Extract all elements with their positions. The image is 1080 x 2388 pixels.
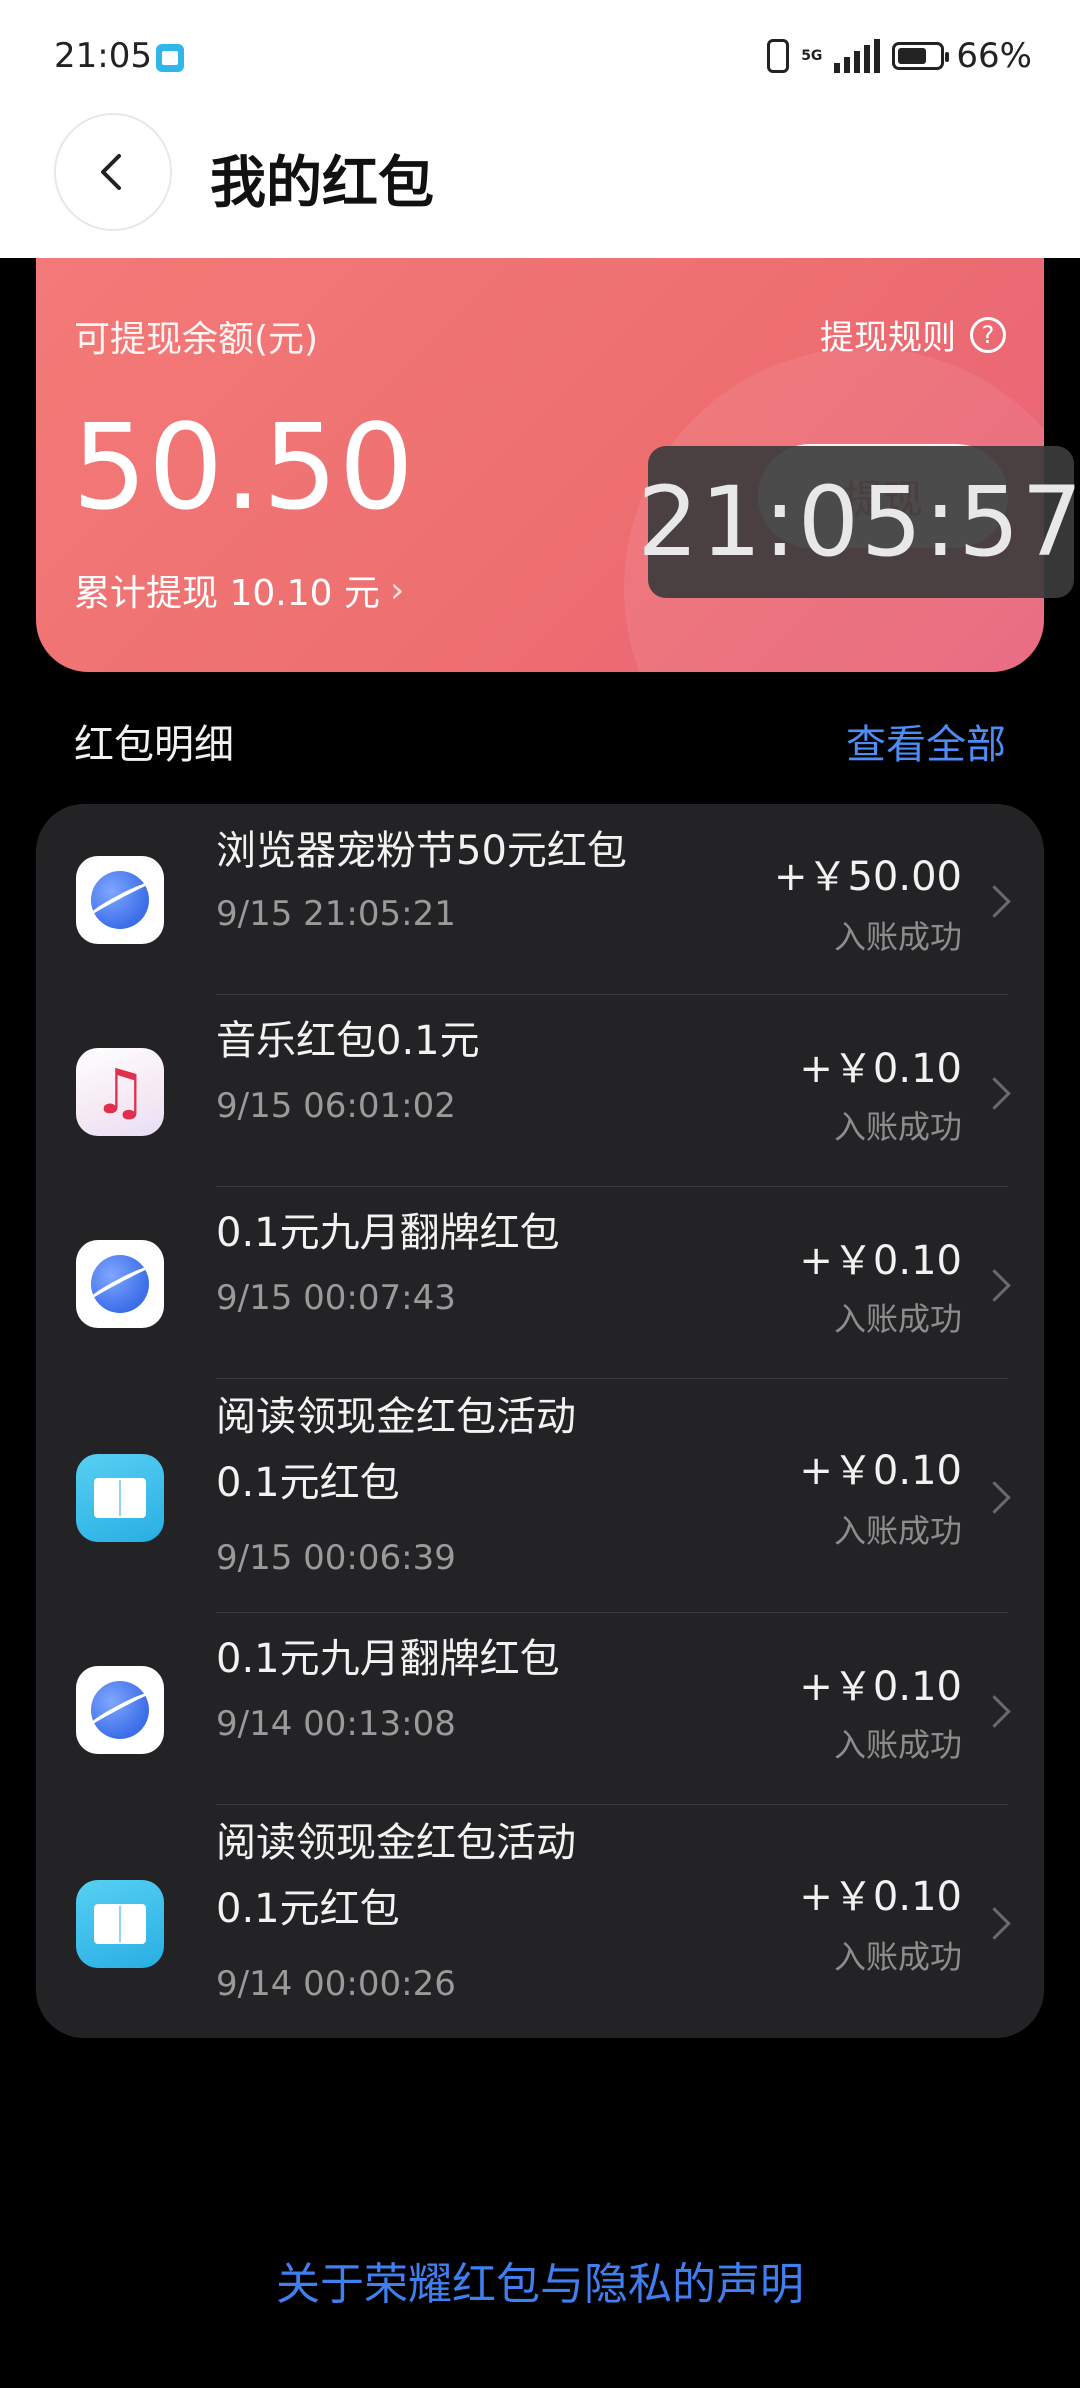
battery-percent: 66% xyxy=(956,36,1032,76)
balance-amount: 50.50 xyxy=(72,398,415,536)
help-icon: ? xyxy=(970,316,1006,353)
item-status: 入账成功 xyxy=(833,1512,962,1550)
balance-label: 可提现余额(元) xyxy=(74,319,319,360)
page-title: 我的红包 xyxy=(210,151,434,216)
item-title-line1: 阅读领现金红包活动 xyxy=(216,1820,576,1866)
total-withdrawn-link[interactable]: 累计提现 10.10 元 › xyxy=(74,564,404,616)
item-title: 浏览器宠粉节50元红包 xyxy=(216,828,627,874)
reader-notification-icon xyxy=(156,44,184,72)
item-time: 9/14 00:00:26 xyxy=(216,1964,456,2004)
item-time: 9/15 21:05:21 xyxy=(216,894,456,934)
total-withdrawn-text: 累计提现 10.10 元 xyxy=(74,573,380,614)
item-time: 9/15 00:07:43 xyxy=(216,1278,456,1318)
item-time: 9/15 00:06:39 xyxy=(216,1538,456,1578)
vibrate-icon xyxy=(767,39,790,73)
browser-icon xyxy=(76,856,164,944)
signal-icon xyxy=(834,39,881,73)
item-amount: +￥50.00 xyxy=(773,854,962,900)
battery-icon xyxy=(892,42,950,70)
item-time: 9/15 06:01:02 xyxy=(216,1086,456,1126)
list-item[interactable]: 0.1元九月翻牌红包 9/15 00:07:43 +￥0.10 入账成功 xyxy=(36,1186,1044,1378)
music-icon: ♫ xyxy=(76,1048,164,1136)
chevron-left-icon xyxy=(101,154,121,190)
privacy-statement-link[interactable]: 关于荣耀红包与隐私的声明 xyxy=(0,2248,1080,2312)
list-item[interactable]: 阅读领现金红包活动 0.1元红包 9/14 00:00:26 +￥0.10 入账… xyxy=(36,1804,1044,2038)
browser-icon xyxy=(76,1666,164,1754)
item-amount: +￥0.10 xyxy=(799,1874,962,1920)
list-item[interactable]: 0.1元九月翻牌红包 9/14 00:13:08 +￥0.10 入账成功 xyxy=(36,1612,1044,1804)
status-indicators: 5G 66% xyxy=(767,36,1032,76)
item-title: 音乐红包0.1元 xyxy=(216,1018,480,1064)
withdraw-rules-link[interactable]: 提现规则 ? xyxy=(820,310,1006,359)
chevron-right-icon: › xyxy=(389,569,405,611)
reader-icon xyxy=(76,1454,164,1542)
list-item[interactable]: 阅读领现金红包活动 0.1元红包 9/15 00:06:39 +￥0.10 入账… xyxy=(36,1378,1044,1612)
list-item[interactable]: 浏览器宠粉节50元红包 9/15 21:05:21 +￥50.00 入账成功 xyxy=(36,804,1044,994)
item-title-line2: 0.1元红包 xyxy=(216,1886,400,1932)
item-amount: +￥0.10 xyxy=(799,1448,962,1494)
item-status: 入账成功 xyxy=(833,918,962,956)
browser-icon xyxy=(76,1240,164,1328)
chevron-right-icon xyxy=(978,1481,1011,1514)
chevron-right-icon xyxy=(978,885,1011,918)
item-amount: +￥0.10 xyxy=(799,1046,962,1092)
chevron-right-icon xyxy=(978,1077,1011,1110)
item-title: 0.1元九月翻牌红包 xyxy=(216,1210,560,1256)
item-amount: +￥0.10 xyxy=(799,1664,962,1710)
item-status: 入账成功 xyxy=(833,1108,962,1146)
item-time: 9/14 00:13:08 xyxy=(216,1704,456,1744)
item-amount: +￥0.10 xyxy=(799,1238,962,1284)
list-item[interactable]: ♫ 音乐红包0.1元 9/15 06:01:02 +￥0.10 入账成功 xyxy=(36,994,1044,1186)
network-type: 5G xyxy=(801,48,823,64)
withdraw-rules-label: 提现规则 xyxy=(820,318,956,358)
chevron-right-icon xyxy=(978,1269,1011,1302)
floating-clock[interactable]: 21:05:57 xyxy=(637,446,1080,598)
item-status: 入账成功 xyxy=(833,1300,962,1338)
top-bar: 21:05 5G 66% 我的红包 xyxy=(0,0,1080,258)
item-title-line1: 阅读领现金红包活动 xyxy=(216,1394,576,1440)
status-time: 21:05 xyxy=(54,36,152,76)
chevron-right-icon xyxy=(978,1695,1011,1728)
item-status: 入账成功 xyxy=(833,1938,962,1976)
chevron-right-icon xyxy=(978,1907,1011,1940)
details-section-title: 红包明细 xyxy=(74,722,234,768)
details-list: 浏览器宠粉节50元红包 9/15 21:05:21 +￥50.00 入账成功 ♫… xyxy=(36,804,1044,2038)
reader-icon xyxy=(76,1880,164,1968)
back-button[interactable] xyxy=(54,113,172,231)
item-title: 0.1元九月翻牌红包 xyxy=(216,1636,560,1682)
view-all-link[interactable]: 查看全部 xyxy=(846,712,1006,770)
item-title-line2: 0.1元红包 xyxy=(216,1460,400,1506)
item-status: 入账成功 xyxy=(833,1726,962,1764)
